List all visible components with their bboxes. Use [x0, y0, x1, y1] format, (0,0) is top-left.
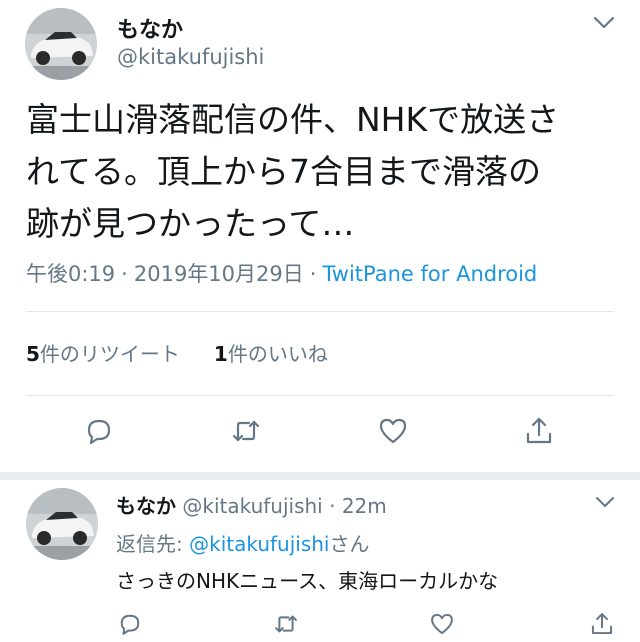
reply-icon[interactable] [82, 414, 116, 448]
share-icon[interactable] [522, 414, 556, 448]
tweet-source-link[interactable]: TwitPane for Android [322, 262, 537, 286]
tweet-text-line: 跡が見つかったって… [26, 204, 355, 243]
reply-header: もなか @kitakufujishi · 22m [116, 490, 387, 519]
reply-to: 返信先: @kitakufujishiさん [116, 528, 369, 557]
tweet-time: 午後0:19 [26, 262, 116, 286]
reply-prefix: 返信先: [116, 532, 190, 556]
retweet-label[interactable]: 件のリツイート [40, 342, 180, 366]
tweet-text-line: 富士山滑落配信の件、NHKで放送さ [26, 100, 560, 139]
avatar[interactable] [26, 488, 98, 560]
tweet-stats: 5件のリツイート 1件のいいね [26, 338, 328, 367]
mention-link[interactable]: @kitakufujishi [189, 532, 329, 556]
retweet-icon[interactable] [272, 610, 300, 638]
like-icon[interactable] [376, 414, 410, 448]
share-icon[interactable] [588, 610, 616, 638]
reply-suffix: さん [329, 532, 370, 556]
divider [26, 395, 614, 396]
user-handle[interactable]: @kitakufujishi [117, 45, 264, 69]
meta-separator: · [121, 262, 128, 286]
tweet-meta: 午後0:19 · 2019年10月29日 · TwitPane for Android [26, 258, 537, 288]
tweet-text: 富士山滑落配信の件、NHKで放送さ れてる。頂上から7合目まで滑落の 跡が見つか… [26, 94, 616, 250]
chevron-down-icon[interactable] [592, 14, 616, 32]
display-name[interactable]: もなか [117, 12, 183, 44]
tweet-age: 22m [341, 494, 387, 518]
reply-icon[interactable] [116, 610, 144, 638]
meta-separator: · [309, 262, 317, 286]
thread-separator [0, 472, 640, 480]
like-label[interactable]: 件のいいね [228, 342, 328, 366]
reply-tweet-text: さっきのNHKニュース、東海ローカルかな [116, 569, 499, 593]
user-handle[interactable]: @kitakufujishi [182, 494, 322, 518]
tweet-text-line: れてる。頂上から7合目まで滑落の [26, 152, 542, 191]
meta-separator: · [329, 494, 336, 518]
avatar[interactable] [25, 8, 97, 80]
chevron-down-icon[interactable] [594, 494, 616, 510]
like-count[interactable]: 1 [214, 342, 228, 366]
retweet-count[interactable]: 5 [26, 342, 40, 366]
tweet-date: 2019年10月29日 [133, 262, 304, 286]
divider [26, 311, 614, 312]
retweet-icon[interactable] [229, 414, 263, 448]
display-name[interactable]: もなか [116, 494, 176, 518]
like-icon[interactable] [428, 610, 456, 638]
